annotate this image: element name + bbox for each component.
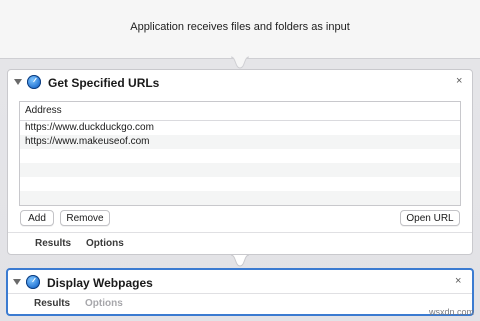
url-table[interactable]: Address https://www.duckduckgo.com https… — [19, 101, 461, 206]
action-get-specified-urls[interactable]: Get Specified URLs × Address https://www… — [7, 69, 473, 255]
card-divider — [8, 293, 472, 294]
connector-notch-icon — [231, 254, 249, 267]
table-column-header-address[interactable]: Address — [20, 102, 460, 121]
remove-button[interactable]: Remove — [60, 210, 110, 226]
table-row[interactable]: https://www.duckduckgo.com — [20, 121, 460, 135]
disclosure-triangle-icon[interactable] — [13, 279, 21, 285]
disclosure-triangle-icon[interactable] — [14, 79, 22, 85]
tab-options[interactable]: Options — [85, 298, 123, 309]
watermark-text: wsxdn.com — [428, 307, 474, 317]
connector-notch-icon — [231, 56, 249, 69]
table-row[interactable] — [20, 149, 460, 163]
action-title: Get Specified URLs — [48, 76, 160, 90]
open-url-button[interactable]: Open URL — [400, 210, 460, 226]
safari-compass-icon — [27, 75, 41, 89]
workflow-input-header: Application receives files and folders a… — [0, 0, 480, 59]
table-row[interactable]: https://www.makeuseof.com — [20, 135, 460, 149]
close-icon[interactable]: × — [455, 275, 461, 287]
workflow-input-label: Application receives files and folders a… — [130, 21, 350, 33]
tab-options[interactable]: Options — [86, 238, 124, 249]
action-title: Display Webpages — [47, 276, 153, 290]
table-row[interactable] — [20, 163, 460, 177]
add-button[interactable]: Add — [20, 210, 54, 226]
safari-compass-icon — [26, 275, 40, 289]
action-display-webpages[interactable]: Display Webpages × Results Options — [6, 268, 474, 316]
close-icon[interactable]: × — [456, 75, 462, 87]
tab-results[interactable]: Results — [35, 238, 71, 249]
table-row[interactable] — [20, 177, 460, 191]
card-divider — [8, 232, 472, 233]
tab-results[interactable]: Results — [34, 298, 70, 309]
table-row[interactable] — [20, 191, 460, 205]
